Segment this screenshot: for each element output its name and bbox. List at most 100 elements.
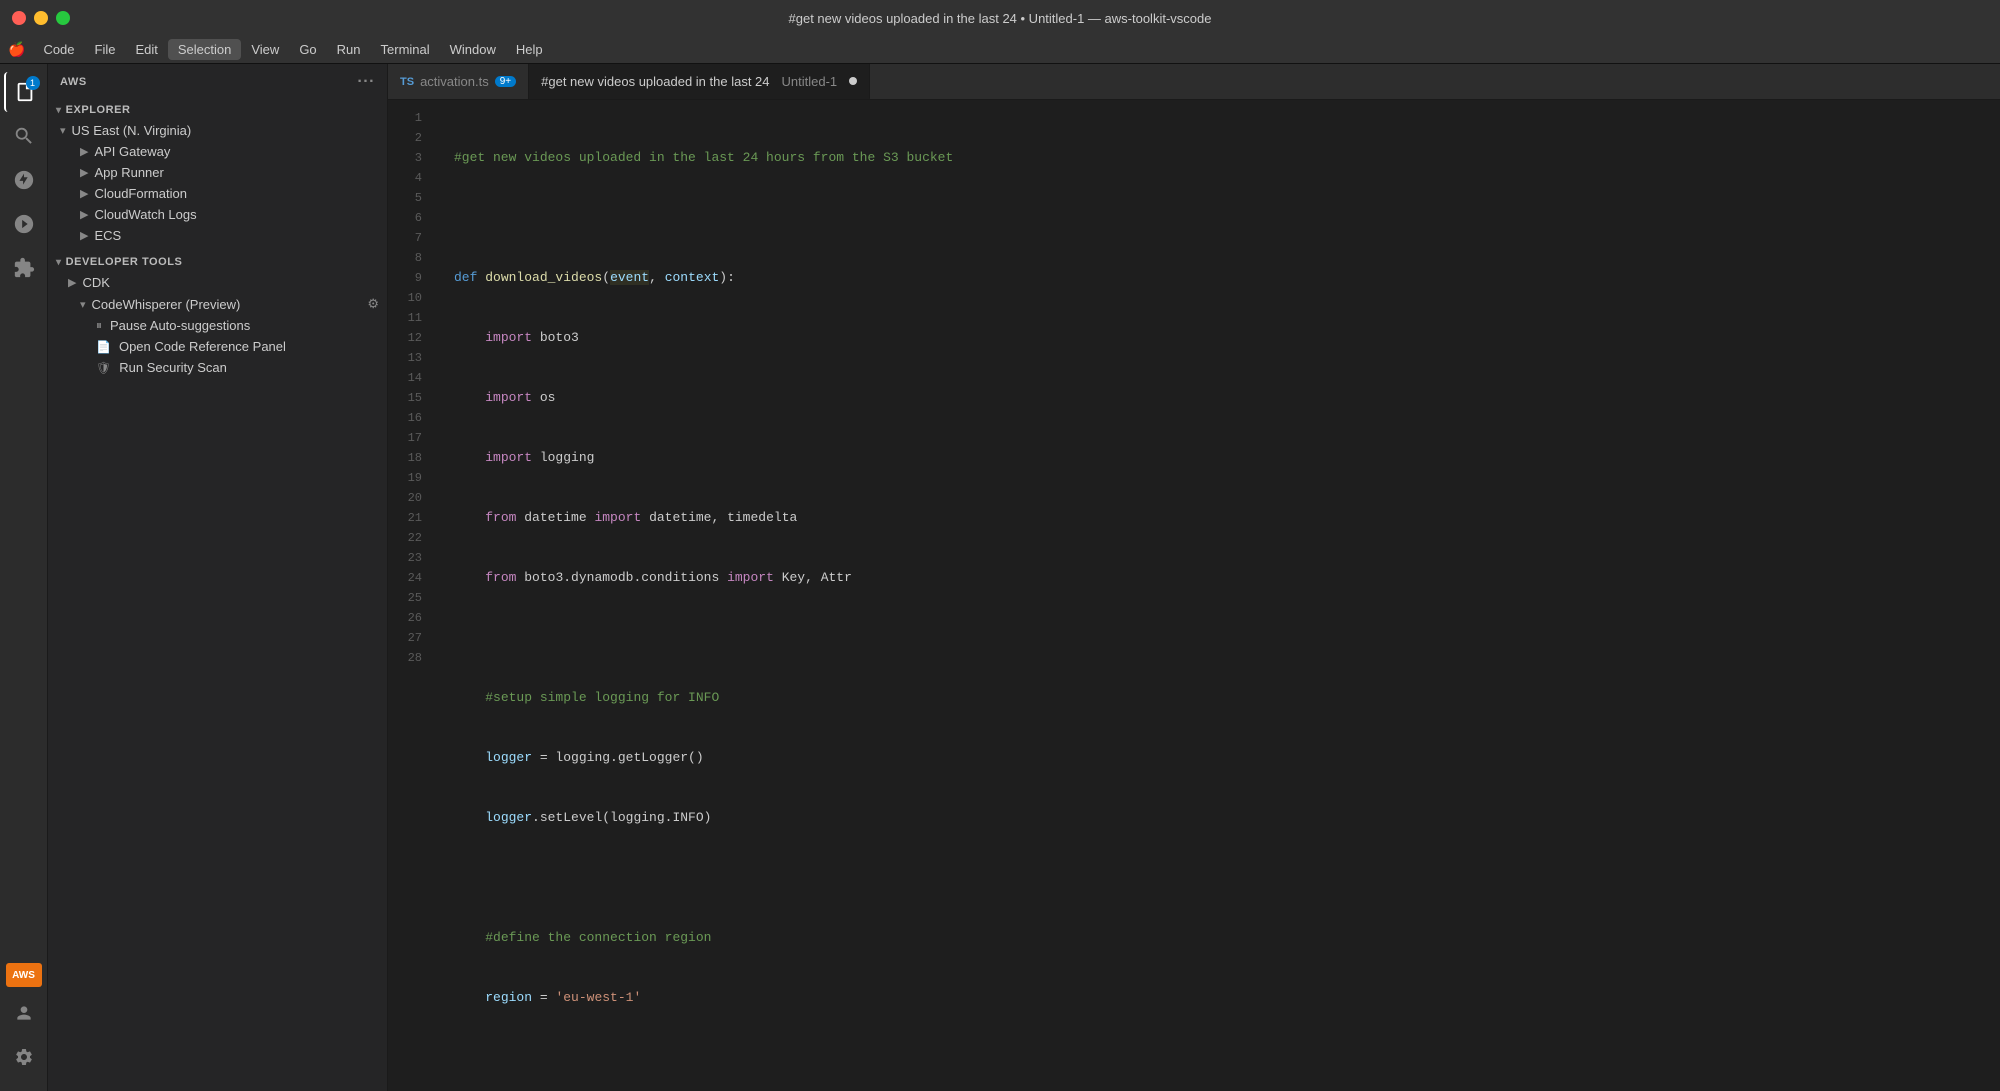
line-num-17: 17 bbox=[388, 428, 430, 448]
menu-run[interactable]: Run bbox=[327, 39, 371, 60]
cloudformation-chevron-icon: ▶ bbox=[80, 187, 88, 200]
minimize-button[interactable] bbox=[34, 11, 48, 25]
ecs-item[interactable]: ▶ ECS bbox=[48, 225, 387, 246]
menu-edit[interactable]: Edit bbox=[125, 39, 167, 60]
line-num-25: 25 bbox=[388, 588, 430, 608]
document-icon: 📄 bbox=[96, 340, 111, 354]
explorer-chevron: ▾ bbox=[56, 105, 62, 116]
cdk-label: CDK bbox=[82, 275, 109, 290]
code-line-11: logger = logging.getLogger() bbox=[454, 748, 2000, 768]
explorer-badge: 1 bbox=[26, 76, 40, 90]
code-line-15: region = 'eu-west-1' bbox=[454, 988, 2000, 1008]
line-num-21: 21 bbox=[388, 508, 430, 528]
sidebar-content: ▾ EXPLORER ▾ US East (N. Virginia) ▶ API… bbox=[48, 100, 387, 1091]
sidebar-menu-button[interactable]: ··· bbox=[357, 73, 375, 91]
activity-explorer[interactable]: 1 bbox=[4, 72, 44, 112]
cloudwatch-label: CloudWatch Logs bbox=[94, 207, 196, 222]
codewhisperer-settings-icon[interactable]: ⚙ bbox=[367, 296, 379, 312]
tab-activation-ts[interactable]: TS activation.ts 9+ bbox=[388, 64, 529, 99]
cloudwatch-chevron-icon: ▶ bbox=[80, 208, 88, 221]
main-area: 1 AWS bbox=[0, 64, 2000, 1091]
app-runner-chevron-icon: ▶ bbox=[80, 166, 88, 179]
close-button[interactable] bbox=[12, 11, 26, 25]
pause-auto-suggestions-item[interactable]: ⏸ Pause Auto-suggestions bbox=[48, 315, 387, 336]
line-num-15: 15 bbox=[388, 388, 430, 408]
line-num-16: 16 bbox=[388, 408, 430, 428]
api-gateway-item[interactable]: ▶ API Gateway bbox=[48, 141, 387, 162]
sidebar: AWS ··· ▾ EXPLORER ▾ US East (N. Virgini… bbox=[48, 64, 388, 1091]
developer-tools-chevron-icon: ▾ bbox=[56, 257, 62, 268]
menu-go[interactable]: Go bbox=[289, 39, 326, 60]
code-editor[interactable]: 1 2 3 4 5 6 7 8 9 10 11 12 13 14 15 16 1… bbox=[388, 100, 2000, 1091]
line-num-6: 6 bbox=[388, 208, 430, 228]
code-line-14: #define the connection region bbox=[454, 928, 2000, 948]
api-gateway-chevron-icon: ▶ bbox=[80, 145, 88, 158]
window-title: #get new videos uploaded in the last 24 … bbox=[789, 11, 1212, 26]
code-line-12: logger.setLevel(logging.INFO) bbox=[454, 808, 2000, 828]
code-line-13 bbox=[454, 868, 2000, 888]
line-num-5: 5 bbox=[388, 188, 430, 208]
line-num-20: 20 bbox=[388, 488, 430, 508]
tab-main-file[interactable]: #get new videos uploaded in the last 24 … bbox=[529, 64, 870, 99]
region-item[interactable]: ▾ US East (N. Virginia) bbox=[48, 120, 387, 141]
run-security-scan-item[interactable]: 🛡 Run Security Scan bbox=[48, 357, 387, 378]
line-num-11: 11 bbox=[388, 308, 430, 328]
explorer-label: EXPLORER bbox=[66, 104, 131, 116]
tab-name-label: Untitled-1 bbox=[782, 74, 838, 89]
pause-icon: ⏸ bbox=[96, 318, 102, 333]
activity-run[interactable] bbox=[4, 204, 44, 244]
code-content[interactable]: #get new videos uploaded in the last 24 … bbox=[438, 100, 2000, 1091]
apple-logo: 🍎 bbox=[8, 41, 25, 58]
menu-view[interactable]: View bbox=[241, 39, 289, 60]
ts-icon: TS bbox=[400, 76, 414, 88]
activity-extensions[interactable] bbox=[4, 248, 44, 288]
line-num-3: 3 bbox=[388, 148, 430, 168]
cloudformation-item[interactable]: ▶ CloudFormation bbox=[48, 183, 387, 204]
maximize-button[interactable] bbox=[56, 11, 70, 25]
code-line-1: #get new videos uploaded in the last 24 … bbox=[454, 148, 2000, 168]
menu-code[interactable]: Code bbox=[33, 39, 84, 60]
activity-source-control[interactable] bbox=[4, 160, 44, 200]
menu-window[interactable]: Window bbox=[440, 39, 506, 60]
menu-help[interactable]: Help bbox=[506, 39, 553, 60]
line-num-26: 26 bbox=[388, 608, 430, 628]
security-scan-label: Run Security Scan bbox=[119, 360, 227, 375]
codewhisperer-chevron-icon: ▾ bbox=[80, 298, 86, 311]
code-line-3: def download_videos(event, context): bbox=[454, 268, 2000, 288]
ecs-label: ECS bbox=[94, 228, 121, 243]
tab-main-label: #get new videos uploaded in the last 24 bbox=[541, 74, 769, 89]
activity-bar: 1 AWS bbox=[0, 64, 48, 1091]
cloudwatch-logs-item[interactable]: ▶ CloudWatch Logs bbox=[48, 204, 387, 225]
title-bar: #get new videos uploaded in the last 24 … bbox=[0, 0, 2000, 36]
activity-search[interactable] bbox=[4, 116, 44, 156]
app-runner-label: App Runner bbox=[94, 165, 163, 180]
shield-icon: 🛡 bbox=[96, 361, 111, 375]
menu-terminal[interactable]: Terminal bbox=[371, 39, 440, 60]
codewhisperer-item[interactable]: ▾ CodeWhisperer (Preview) ⚙ bbox=[48, 293, 387, 315]
codewhisperer-left: ▾ CodeWhisperer (Preview) bbox=[80, 297, 240, 312]
line-numbers: 1 2 3 4 5 6 7 8 9 10 11 12 13 14 15 16 1… bbox=[388, 100, 438, 1091]
codewhisperer-label: CodeWhisperer (Preview) bbox=[92, 297, 241, 312]
pause-label: Pause Auto-suggestions bbox=[110, 318, 250, 333]
open-code-reference-item[interactable]: 📄 Open Code Reference Panel bbox=[48, 336, 387, 357]
aws-icon[interactable]: AWS bbox=[6, 963, 42, 987]
activity-settings[interactable] bbox=[6, 1039, 42, 1075]
ecs-chevron-icon: ▶ bbox=[80, 229, 88, 242]
app-runner-item[interactable]: ▶ App Runner bbox=[48, 162, 387, 183]
sidebar-header: AWS ··· bbox=[48, 64, 387, 100]
menu-file[interactable]: File bbox=[85, 39, 126, 60]
line-num-27: 27 bbox=[388, 628, 430, 648]
line-num-22: 22 bbox=[388, 528, 430, 548]
code-line-16 bbox=[454, 1048, 2000, 1068]
menu-bar: 🍎 Code File Edit Selection View Go Run T… bbox=[0, 36, 2000, 64]
menu-selection[interactable]: Selection bbox=[168, 39, 241, 60]
cdk-item[interactable]: ▶ CDK bbox=[48, 272, 387, 293]
line-num-8: 8 bbox=[388, 248, 430, 268]
activity-account[interactable] bbox=[6, 995, 42, 1031]
line-num-9: 9 bbox=[388, 268, 430, 288]
tab-activation-badge: 9+ bbox=[495, 76, 516, 87]
explorer-section-header[interactable]: ▾ EXPLORER bbox=[48, 100, 387, 120]
line-num-19: 19 bbox=[388, 468, 430, 488]
developer-tools-header[interactable]: ▾ DEVELOPER TOOLS bbox=[48, 250, 387, 272]
line-num-14: 14 bbox=[388, 368, 430, 388]
